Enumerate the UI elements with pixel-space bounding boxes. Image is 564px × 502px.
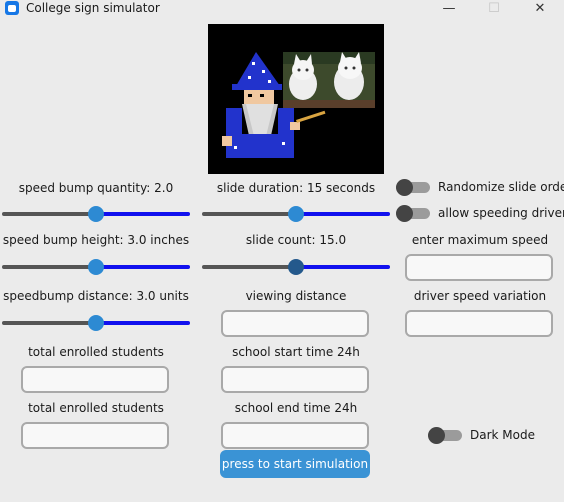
app-icon <box>5 1 19 15</box>
slider-thumb[interactable] <box>88 206 104 222</box>
kitten-photo <box>283 52 375 108</box>
close-button[interactable]: ✕ <box>518 0 562 18</box>
bump-quantity-slider[interactable] <box>2 206 190 222</box>
allow-speeding-label: allow speeding drivers <box>438 206 564 220</box>
bump-quantity-label: speed bump quantity: 2.0 <box>18 181 174 195</box>
enrolled-students-input-2[interactable] <box>21 422 169 449</box>
max-speed-label: enter maximum speed <box>411 233 549 247</box>
bump-distance-label: speedbump distance: 3.0 units <box>3 289 189 303</box>
end-time-input[interactable] <box>221 422 369 449</box>
randomize-slide-order-label: Randomize slide order <box>438 180 564 194</box>
slider-thumb[interactable] <box>288 259 304 275</box>
viewing-distance-input[interactable] <box>221 310 369 337</box>
dark-mode-label: Dark Mode <box>470 428 535 442</box>
start-time-input[interactable] <box>221 366 369 393</box>
viewing-distance-label: viewing distance <box>245 289 347 303</box>
switch-knob[interactable] <box>396 179 413 196</box>
maximize-button[interactable]: ☐ <box>472 0 516 18</box>
window-title: College sign simulator <box>26 1 160 15</box>
start-time-label: school start time 24h <box>232 345 360 359</box>
bump-distance-slider[interactable] <box>2 315 190 331</box>
speed-variation-label: driver speed variation <box>413 289 547 303</box>
enrolled-students-label-1: total enrolled students <box>28 345 164 359</box>
speed-variation-input[interactable] <box>405 310 553 337</box>
switch-knob[interactable] <box>428 427 445 444</box>
start-simulation-button[interactable]: press to start simulation <box>220 450 370 478</box>
slider-thumb[interactable] <box>88 259 104 275</box>
end-time-label: school end time 24h <box>234 401 358 415</box>
bump-height-label: speed bump height: 3.0 inches <box>2 233 190 247</box>
slider-thumb[interactable] <box>88 315 104 331</box>
slide-preview <box>208 24 384 174</box>
title-bar: College sign simulator — ☐ ✕ <box>0 0 564 18</box>
slide-count-slider[interactable] <box>202 259 390 275</box>
switch-knob[interactable] <box>396 205 413 222</box>
minimize-button[interactable]: — <box>427 0 471 18</box>
enrolled-students-input-1[interactable] <box>21 366 169 393</box>
slide-count-label: slide count: 15.0 <box>245 233 347 247</box>
slide-duration-slider[interactable] <box>202 206 390 222</box>
slide-preview-image <box>222 52 375 158</box>
slider-thumb[interactable] <box>288 206 304 222</box>
enrolled-students-label-2: total enrolled students <box>28 401 164 415</box>
slide-duration-label: slide duration: 15 seconds <box>216 181 376 195</box>
max-speed-input[interactable] <box>405 254 553 281</box>
bump-height-slider[interactable] <box>2 259 190 275</box>
